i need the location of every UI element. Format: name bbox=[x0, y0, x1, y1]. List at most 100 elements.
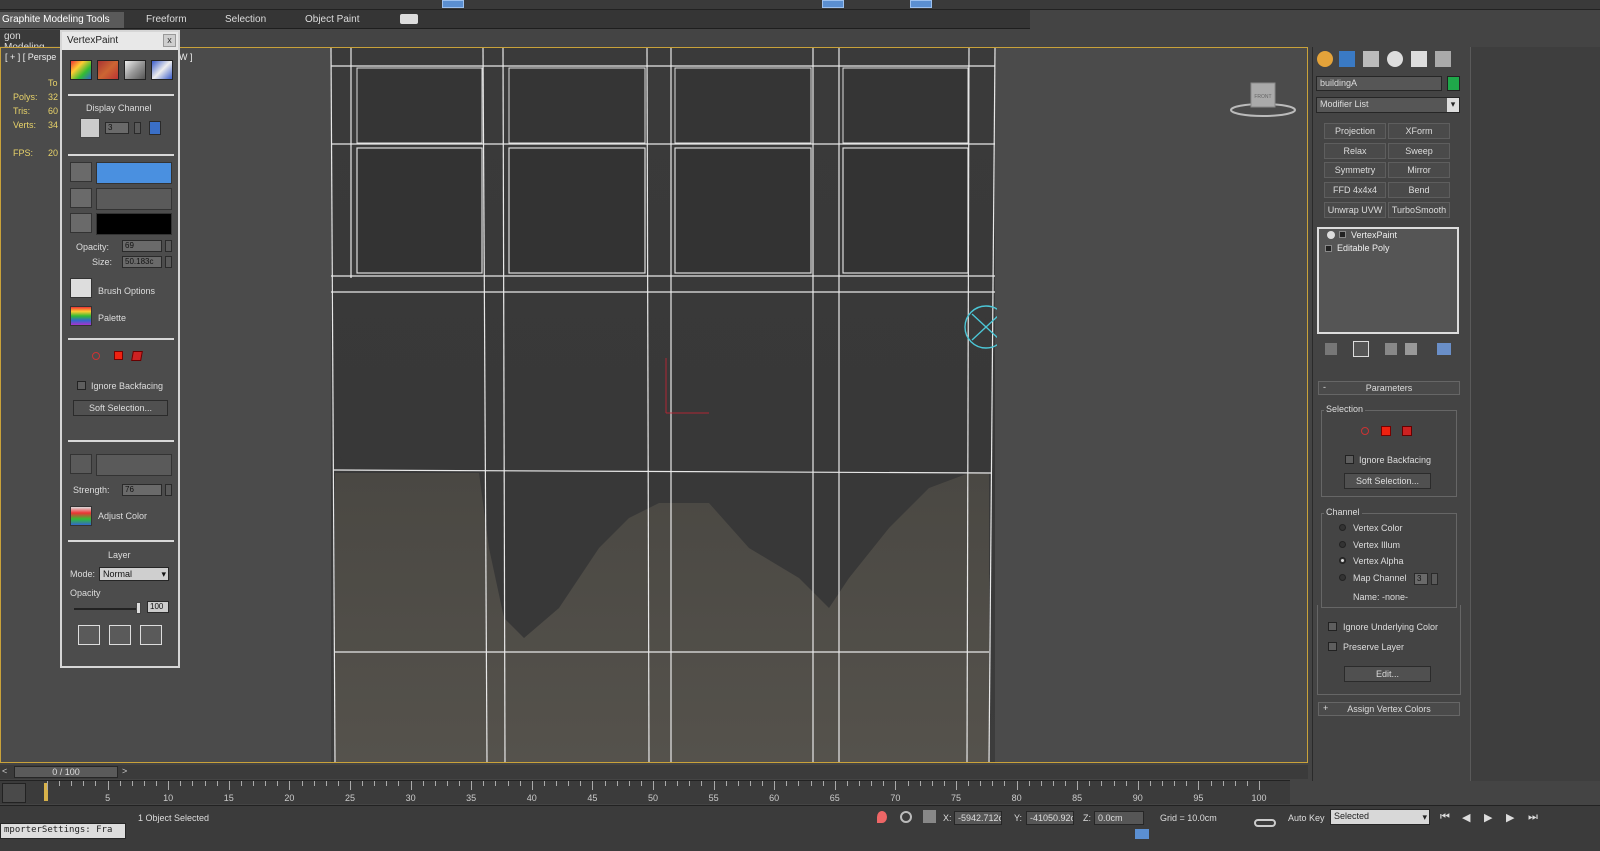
blur-all-button[interactable] bbox=[96, 454, 172, 476]
layer-opacity-input[interactable]: 100 bbox=[147, 601, 169, 613]
unwrap-uvw-modifier-button[interactable]: Unwrap UVW bbox=[1324, 202, 1386, 218]
tab-freeform[interactable]: Freeform bbox=[146, 12, 187, 28]
vertex-color-display-icon[interactable] bbox=[70, 60, 92, 80]
perspective-viewport[interactable]: [ + ] [ Perspe W ] To Polys: 32 Tris: 60… bbox=[0, 47, 1308, 763]
viewport-shading-label[interactable]: W ] bbox=[179, 52, 193, 62]
toolbar-toggle-button[interactable] bbox=[442, 0, 464, 8]
y-coord-input[interactable]: -41050.92c bbox=[1026, 811, 1074, 825]
bend-modifier-button[interactable]: Bend bbox=[1388, 182, 1450, 198]
vertexpaint-title[interactable]: VertexPaint bbox=[62, 32, 178, 50]
modifier-list-dropdown[interactable]: Modifier List ▾ bbox=[1316, 97, 1460, 113]
vertex-alpha-radio[interactable] bbox=[1339, 557, 1346, 564]
toolbar-toggle-button[interactable] bbox=[822, 0, 844, 8]
turbosmooth-modifier-button[interactable]: TurboSmooth bbox=[1388, 202, 1450, 218]
expand-icon[interactable] bbox=[1325, 245, 1332, 252]
display-channel-spinner[interactable] bbox=[134, 122, 141, 134]
blur-drop-icon[interactable] bbox=[70, 454, 92, 474]
xform-modifier-button[interactable]: XForm bbox=[1388, 123, 1450, 139]
parameters-rollout-header[interactable]: - Parameters bbox=[1318, 381, 1460, 395]
stack-item-editable-poly[interactable]: Editable Poly bbox=[1319, 243, 1457, 256]
viewport-label[interactable]: [ + ] [ Perspe bbox=[5, 52, 56, 62]
lock-icon[interactable] bbox=[149, 121, 161, 135]
ignore-backfacing-checkbox[interactable] bbox=[1345, 455, 1354, 464]
absolute-mode-icon[interactable] bbox=[923, 810, 936, 823]
maxscript-listener[interactable]: mporterSettings: Fra bbox=[0, 823, 126, 839]
hierarchy-tab-icon[interactable] bbox=[1363, 51, 1379, 67]
vertex-select-icon[interactable] bbox=[1361, 427, 1369, 435]
object-name-input[interactable]: buildingA bbox=[1316, 76, 1442, 91]
delete-layer-icon[interactable] bbox=[109, 625, 131, 645]
color-swatch[interactable] bbox=[96, 213, 172, 235]
make-unique-icon[interactable] bbox=[1385, 343, 1397, 355]
play-icon[interactable]: ▶ bbox=[1484, 811, 1492, 824]
palette-icon[interactable] bbox=[70, 306, 92, 326]
relax-modifier-button[interactable]: Relax bbox=[1324, 143, 1386, 159]
opacity-spinner[interactable] bbox=[165, 240, 172, 252]
track-bar[interactable]: 5 10 15 20 25 30 35 40 45 50 55 60 65 70 75 80 85 90 95 100 bbox=[0, 780, 1290, 804]
z-coord-input[interactable]: 0.0cm bbox=[1094, 811, 1144, 825]
map-channel-input[interactable]: 3 bbox=[1414, 573, 1428, 585]
lock-selection-icon[interactable] bbox=[900, 811, 912, 823]
sweep-modifier-button[interactable]: Sweep bbox=[1388, 143, 1450, 159]
layer-opacity-slider-handle[interactable] bbox=[136, 602, 141, 614]
pin-stack-icon[interactable] bbox=[1325, 343, 1337, 355]
erase-brush-icon[interactable] bbox=[70, 188, 92, 208]
vertex-color-shaded-icon[interactable] bbox=[97, 60, 119, 80]
new-layer-icon[interactable] bbox=[78, 625, 100, 645]
size-input[interactable]: 50.183c bbox=[122, 256, 162, 268]
soft-selection-button[interactable]: Soft Selection... bbox=[73, 400, 168, 416]
building-mesh[interactable] bbox=[329, 48, 997, 763]
paint-color-swatch[interactable] bbox=[96, 162, 172, 184]
isolate-icon[interactable] bbox=[877, 811, 887, 823]
x-coord-input[interactable]: -5942.712c bbox=[954, 811, 1002, 825]
remove-modifier-icon[interactable] bbox=[1405, 343, 1417, 355]
create-tab-icon[interactable] bbox=[1317, 51, 1333, 67]
expand-icon[interactable] bbox=[1339, 231, 1346, 238]
cube-icon[interactable] bbox=[80, 118, 100, 138]
vertex-select-icon[interactable] bbox=[92, 352, 100, 360]
auto-key-button[interactable]: Auto Key bbox=[1288, 813, 1325, 823]
key-filter-dropdown[interactable]: Selected ▾ bbox=[1330, 809, 1430, 825]
map-channel-radio[interactable] bbox=[1339, 574, 1346, 581]
brush-options-icon[interactable] bbox=[70, 278, 92, 298]
map-channel-spinner[interactable] bbox=[1431, 573, 1438, 585]
face-select-icon[interactable] bbox=[1381, 426, 1391, 436]
adjust-color-icon[interactable] bbox=[70, 506, 92, 526]
condense-icon[interactable] bbox=[151, 60, 173, 80]
modify-tab-icon[interactable] bbox=[1339, 51, 1355, 67]
brush-options-label[interactable]: Brush Options bbox=[98, 286, 155, 296]
element-select-icon[interactable] bbox=[131, 351, 143, 361]
next-frame-button[interactable]: > bbox=[122, 766, 127, 776]
element-select-icon[interactable] bbox=[1402, 426, 1412, 436]
motion-tab-icon[interactable] bbox=[1387, 51, 1403, 67]
ffd-modifier-button[interactable]: FFD 4x4x4 bbox=[1324, 182, 1386, 198]
tab-graphite-modeling-tools[interactable]: Graphite Modeling Tools bbox=[0, 12, 124, 28]
add-time-tag-icon[interactable] bbox=[1135, 829, 1149, 839]
go-to-start-icon[interactable]: ⏮ bbox=[1440, 811, 1450, 824]
tab-selection[interactable]: Selection bbox=[225, 12, 266, 28]
prev-frame-button[interactable]: < bbox=[2, 766, 7, 776]
tab-object-paint[interactable]: Object Paint bbox=[305, 12, 359, 28]
toolbar-toggle-button[interactable] bbox=[910, 0, 932, 8]
palette-label[interactable]: Palette bbox=[98, 313, 126, 323]
vertex-color-radio[interactable] bbox=[1339, 524, 1346, 531]
soft-selection-button[interactable]: Soft Selection... bbox=[1344, 473, 1431, 489]
lightbulb-icon[interactable] bbox=[1327, 231, 1335, 239]
go-to-end-icon[interactable]: ⏭ bbox=[1528, 811, 1538, 824]
disable-vertex-color-icon[interactable] bbox=[124, 60, 146, 80]
previous-frame-icon[interactable]: ◀ bbox=[1462, 811, 1470, 824]
display-tab-icon[interactable] bbox=[1411, 51, 1427, 67]
utilities-tab-icon[interactable] bbox=[1435, 51, 1451, 67]
stack-item-vertexpaint[interactable]: VertexPaint bbox=[1319, 230, 1457, 243]
vertex-illum-radio[interactable] bbox=[1339, 541, 1346, 548]
mini-curve-editor-icon[interactable] bbox=[2, 783, 26, 803]
configure-sets-icon[interactable] bbox=[1437, 343, 1451, 355]
close-button[interactable]: x bbox=[163, 34, 176, 47]
strength-input[interactable]: 76 bbox=[122, 484, 162, 496]
size-spinner[interactable] bbox=[165, 256, 172, 268]
ignore-backfacing-checkbox[interactable] bbox=[77, 381, 86, 390]
condense-layers-icon[interactable] bbox=[140, 625, 162, 645]
viewcube-icon[interactable]: FRONT bbox=[1229, 80, 1297, 120]
next-frame-icon[interactable]: ▶ bbox=[1506, 811, 1514, 824]
time-slider[interactable]: 0 / 100 bbox=[14, 766, 118, 778]
